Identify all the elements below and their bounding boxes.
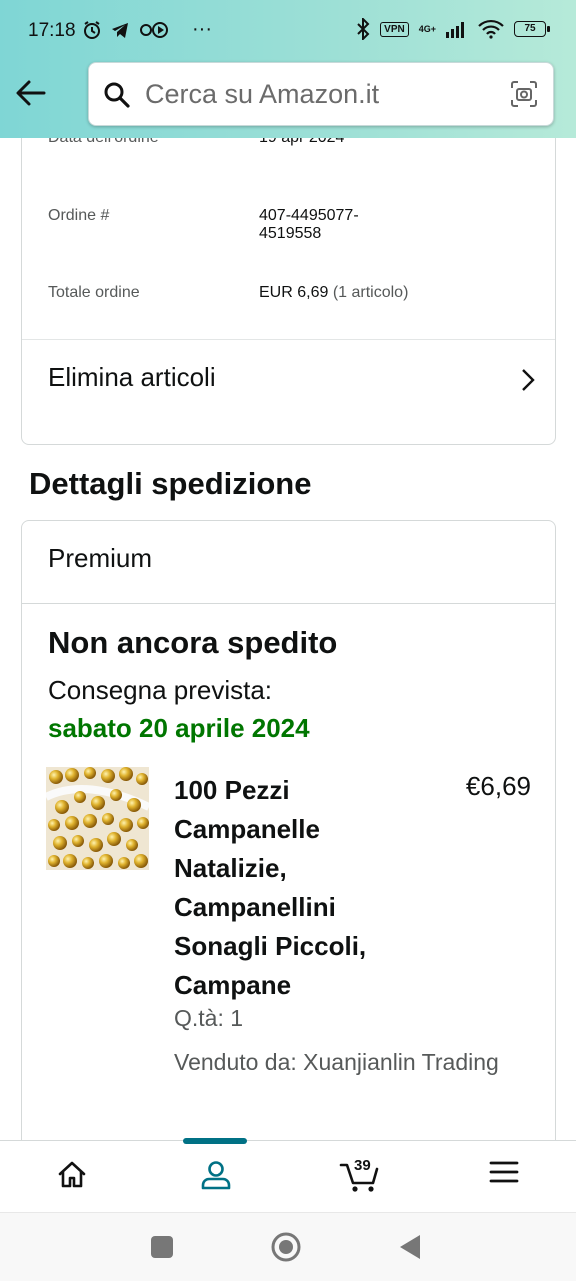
status-bar: 17:18 ··· VPN 4G+ 75 [0,0,576,62]
wifi-icon [478,19,504,39]
order-total-amount: EUR 6,69 [259,284,329,301]
order-total-label: Totale ordine [48,284,140,301]
more-notifications-icon: ··· [192,18,212,40]
delivery-estimate-date: sabato 20 aprile 2024 [48,713,310,743]
delivery-estimate-label: Consegna prevista: [48,675,273,705]
alarm-icon [84,20,100,39]
app-header: 17:18 ··· VPN 4G+ 75 [0,0,576,138]
system-navigation-bar [0,1212,576,1281]
order-summary-card: Data dell'ordine 19 apr 2024 Ordine # 40… [21,138,556,445]
arrow-left-icon [16,80,46,106]
bluetooth-icon [357,18,370,40]
nav-account[interactable] [144,1141,288,1213]
search-input[interactable] [145,76,485,112]
status-system-icons: VPN 4G+ 75 [356,18,550,40]
battery-indicator: 75 [514,21,550,37]
delete-items-label: Elimina articoli [48,362,216,392]
camera-search-icon[interactable] [509,79,539,109]
signal-icon [446,22,464,38]
telegram-icon [112,22,128,38]
nav-menu[interactable] [432,1141,576,1213]
bottom-navigation: 39 [0,1138,576,1213]
network-type: 4G+ [418,23,436,34]
shipping-program: Premium [48,543,153,573]
shipping-section-title: Dettagli spedizione [29,466,312,501]
vpn-badge: VPN [380,21,409,37]
media-icon [140,21,168,38]
status-notification-icons: ··· [82,18,212,41]
status-time: 17:18 [28,20,76,41]
product-price: €6,69 [465,771,531,801]
divider [22,603,555,604]
user-icon [201,1161,231,1190]
back-button[interactable] [14,76,52,112]
order-number-line2: 4519558 [259,225,322,242]
order-total-items: (1 articolo) [332,284,409,301]
chevron-right-icon [522,369,535,391]
product-seller: Venduto da: Xuanjianlin Trading [174,1049,499,1075]
order-date-label: Data dell'ordine [48,138,248,147]
order-number-label: Ordine # [48,207,110,224]
order-date-value: 19 apr 2024 [259,138,549,147]
product-image[interactable] [46,767,149,870]
search-icon [104,82,130,108]
shipment-card: Premium Non ancora spedito Consegna prev… [21,520,556,1140]
order-total-value: EUR 6,69 (1 articolo) [259,284,549,302]
network-label: 4G+ [418,23,436,34]
nav-home[interactable] [0,1141,144,1213]
order-number-line1: 407-4495077- [259,207,359,224]
order-details-content: Data dell'ordine 19 apr 2024 Ordine # 40… [0,138,576,1140]
home-icon [58,1161,86,1188]
home-circle-icon[interactable] [270,1231,302,1263]
back-triangle-icon[interactable] [398,1233,422,1261]
cart-count-badge: 39 [354,1157,371,1174]
shipment-status: Non ancora spedito [48,625,338,660]
delete-items-row[interactable]: Elimina articoli [22,340,555,424]
menu-icon [489,1161,519,1183]
search-bar[interactable] [88,62,554,126]
nav-cart[interactable] [288,1141,432,1213]
golden-bells-image [46,767,149,870]
product-quantity: Q.tà: 1 [174,1005,244,1031]
product-title-link[interactable]: 100 Pezzi Campanelle Natalizie, Campanel… [174,771,404,1005]
recent-apps-icon[interactable] [150,1235,174,1259]
order-number-value: 407-4495077- 4519558 [259,207,549,243]
